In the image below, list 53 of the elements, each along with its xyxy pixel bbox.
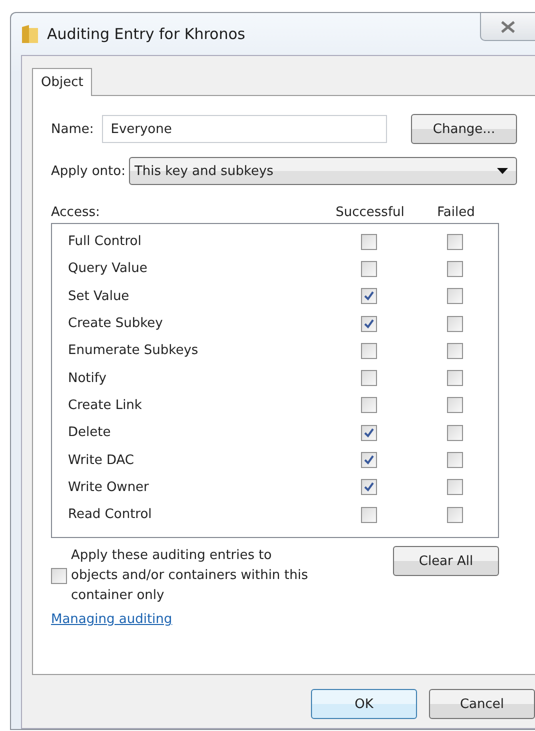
- failed-checkbox[interactable]: [447, 370, 463, 386]
- field-label: Name:: [51, 122, 94, 136]
- permission-name: Write DAC: [68, 452, 134, 468]
- close-icon: [499, 20, 517, 34]
- failed-checkbox[interactable]: [447, 316, 463, 332]
- successful-checkbox[interactable]: [361, 479, 377, 496]
- help-link[interactable]: Managing auditing: [51, 612, 172, 627]
- permission-name: Write Owner: [68, 480, 149, 495]
- caret-icon: [497, 168, 508, 174]
- permission-name: Delete: [68, 425, 111, 440]
- cancel-button[interactable]: Cancel: [429, 689, 535, 719]
- window-title: Auditing Entry for Khronos: [47, 25, 246, 43]
- change-button[interactable]: Change...: [411, 114, 517, 144]
- clear-all-button[interactable]: Clear All: [393, 546, 499, 576]
- failed-checkbox[interactable]: [447, 506, 463, 523]
- permission-name: Create Link: [68, 398, 142, 413]
- checkbox-label: Apply these auditing entries to objects and/or containers within this container only: [71, 547, 310, 605]
- failed-checkbox[interactable]: [447, 397, 463, 414]
- tab[interactable]: Object: [32, 68, 92, 96]
- failed-checkbox[interactable]: [447, 342, 463, 359]
- apply-onto-dropdown[interactable]: This key and subkeys: [129, 157, 517, 185]
- permission-name: Query Value: [68, 261, 148, 276]
- permission-name: Create Subkey: [68, 316, 163, 332]
- successful-checkbox[interactable]: [361, 506, 377, 523]
- failed-checkbox[interactable]: [447, 234, 463, 250]
- apply-checkbox[interactable]: [51, 568, 67, 584]
- name-field[interactable]: Everyone: [102, 115, 387, 143]
- folder-icon: [21, 24, 39, 44]
- failed-checkbox[interactable]: [447, 288, 463, 304]
- column-header: Failed: [436, 204, 476, 220]
- access-label: Access:: [51, 204, 100, 220]
- permission-name: Read Control: [68, 507, 152, 522]
- successful-checkbox[interactable]: [361, 288, 377, 304]
- successful-checkbox[interactable]: [361, 234, 377, 250]
- column-header: Successful: [334, 204, 406, 220]
- ok-button[interactable]: OK: [311, 689, 417, 719]
- successful-checkbox[interactable]: [361, 260, 377, 277]
- successful-checkbox[interactable]: [361, 316, 377, 332]
- permission-name: Notify: [68, 370, 106, 386]
- field-label: Apply onto:: [51, 164, 126, 178]
- successful-checkbox[interactable]: [361, 452, 377, 468]
- close-button[interactable]: [480, 13, 535, 41]
- permission-name: Set Value: [68, 288, 130, 304]
- failed-checkbox[interactable]: [447, 479, 463, 496]
- permission-name: Full Control: [68, 234, 142, 250]
- failed-checkbox[interactable]: [447, 452, 463, 468]
- successful-checkbox[interactable]: [361, 424, 377, 441]
- failed-checkbox[interactable]: [447, 260, 463, 277]
- successful-checkbox[interactable]: [361, 397, 377, 414]
- failed-checkbox[interactable]: [447, 424, 463, 441]
- successful-checkbox[interactable]: [361, 342, 377, 359]
- successful-checkbox[interactable]: [361, 370, 377, 386]
- permission-name: Enumerate Subkeys: [68, 343, 198, 358]
